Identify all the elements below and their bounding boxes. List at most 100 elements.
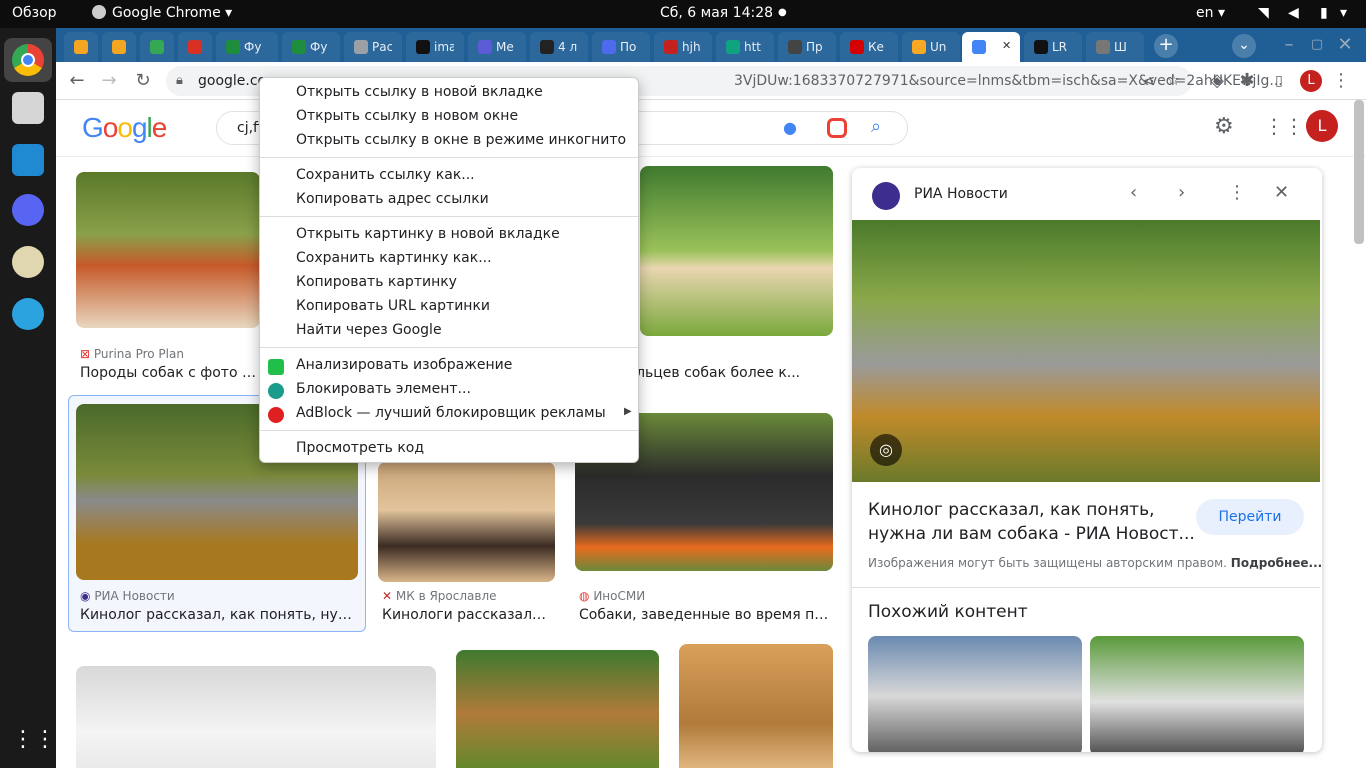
share-icon[interactable]: ⋖ [1142,71,1155,90]
tab-0[interactable] [64,32,98,62]
telegram-icon[interactable] [12,298,44,330]
vscode-icon[interactable] [12,144,44,176]
search-icon[interactable]: ⌕ [871,116,881,137]
more-link[interactable]: Подробнее... [1231,556,1322,570]
next-image-button[interactable]: › [1178,182,1185,203]
tab-11[interactable]: hjh [654,32,712,62]
result-source[interactable]: ◉ РИА Новости [80,589,175,603]
menu-save-image[interactable]: Сохранить картинку как... [296,250,492,266]
new-tab-button[interactable]: + [1154,34,1178,58]
tab-16[interactable]: ✕ [962,32,1020,62]
prev-image-button[interactable]: ‹ [1130,182,1137,203]
apps-grid-icon[interactable]: ⋮⋮ [1264,114,1304,138]
result-title[interactable]: Кинолог рассказал, как понять, нужна л..… [80,607,358,623]
dock-chrome[interactable] [4,38,52,82]
reload-button[interactable]: ↻ [132,70,154,92]
system-menu-icon[interactable]: ▾ [1340,5,1347,21]
settings-icon[interactable]: ⚙ [1214,114,1234,139]
result-image-samoyed[interactable] [76,666,436,768]
lens-icon[interactable] [827,118,847,138]
menu-copy-link[interactable]: Копировать адрес ссылки [296,191,489,207]
volume-icon[interactable]: ◀ [1288,5,1299,21]
tab-1[interactable] [102,32,136,62]
menu-block-element[interactable]: Блокировать элемент... [296,381,471,397]
back-button[interactable]: ← [66,70,88,92]
voice-search-icon[interactable]: ● [783,118,797,137]
google-logo[interactable]: Google [82,112,167,144]
close-tab-icon[interactable]: ✕ [1002,39,1011,52]
close-window-button[interactable]: ✕ [1334,34,1356,56]
phone-app-icon[interactable] [12,246,44,278]
tab-4[interactable]: Фу [216,32,278,62]
tab-5[interactable]: Фу [282,32,340,62]
menu-inspect[interactable]: Просмотреть код [296,440,424,456]
menu-adblock[interactable]: AdBlock — лучший блокировщик рекламы [296,405,606,421]
tab-8[interactable]: Me [468,32,526,62]
panel-title-line2[interactable]: нужна ли вам собака - РИА Новост... [868,524,1195,544]
result-source[interactable]: ⊠ Purina Pro Plan [80,347,184,361]
tab-9[interactable]: 4 л [530,32,588,62]
activities-button[interactable]: Обзор [12,5,57,21]
tab-13[interactable]: Пр [778,32,836,62]
lens-search-icon[interactable]: ◎ [870,434,902,466]
menu-open-image-new-tab[interactable]: Открыть картинку в новой вкладке [296,226,560,242]
result-title[interactable]: Кинологи рассказали, ч... [382,607,554,623]
forward-button[interactable]: → [98,70,120,92]
tab-2[interactable] [140,32,174,62]
clock[interactable]: Сб, 6 мая 14:28 [660,5,773,21]
preview-image[interactable] [852,220,1320,482]
files-icon[interactable] [12,92,44,124]
menu-search-google[interactable]: Найти через Google [296,322,442,338]
result-source[interactable]: ✕ МК в Ярославле [382,589,497,603]
keyboard-layout[interactable]: en ▾ [1196,5,1225,21]
tab-7[interactable]: ima [406,32,464,62]
tab-14[interactable]: Ке [840,32,898,62]
menu-open-link-new-tab[interactable]: Открыть ссылку в новой вкладке [296,84,543,100]
tab-15[interactable]: Un [902,32,960,62]
result-image-akita[interactable] [76,172,260,328]
related-image-1[interactable] [868,636,1082,752]
maximize-button[interactable]: ▢ [1306,34,1328,56]
minimize-button[interactable]: – [1278,34,1300,56]
result-source[interactable]: ◍ ИноСМИ [579,589,645,603]
close-panel-button[interactable]: ✕ [1274,182,1289,203]
chrome-menu-icon[interactable]: ⋮ [1330,70,1352,92]
adguard-extension-icon[interactable]: ◈ [1206,70,1228,92]
tab-10[interactable]: По [592,32,650,62]
battery-icon[interactable]: ▮ [1320,5,1328,21]
result-title[interactable]: Породы собак с фото и наз [80,365,260,381]
tab-3[interactable] [178,32,212,62]
extensions-icon[interactable]: ✱ [1236,70,1258,92]
tab-18[interactable]: Ш [1086,32,1144,62]
discord-icon[interactable] [12,194,44,226]
result-title[interactable]: Собаки, заведенные во время панд... [579,607,833,623]
result-image-pug[interactable] [378,462,555,582]
menu-copy-image[interactable]: Копировать картинку [296,274,457,290]
tab-search-button[interactable]: ⌄ [1232,34,1256,58]
menu-analyze-image[interactable]: Анализировать изображение [296,357,512,373]
wifi-icon[interactable]: ◥ [1258,5,1269,21]
tab-6[interactable]: Рас [344,32,402,62]
panel-source[interactable]: РИА Новости [914,186,1008,202]
panel-title-line1[interactable]: Кинолог рассказал, как понять, [868,500,1155,520]
more-options-icon[interactable]: ⋮ [1228,182,1246,203]
result-image-retriever[interactable] [456,650,659,768]
menu-copy-image-url[interactable]: Копировать URL картинки [296,298,490,314]
bookmark-star-icon[interactable]: ☆ [1166,70,1180,89]
page-scrollbar[interactable] [1354,100,1364,244]
side-panel-icon[interactable]: ▯ [1268,70,1290,92]
show-apps-icon[interactable]: ⋮⋮ [12,724,56,756]
menu-open-link-new-window[interactable]: Открыть ссылку в новом окне [296,108,518,124]
tab-17[interactable]: LR [1024,32,1082,62]
related-image-2[interactable] [1090,636,1304,752]
menu-save-link[interactable]: Сохранить ссылку как... [296,167,475,183]
profile-avatar[interactable]: L [1300,70,1322,92]
tab-12[interactable]: htt [716,32,774,62]
account-avatar[interactable]: L [1306,110,1338,142]
app-menu[interactable]: Google Chrome ▾ [92,5,232,21]
menu-open-link-incognito[interactable]: Открыть ссылку в окне в режиме инкогнито [296,132,626,148]
submenu-arrow-icon: ▶ [624,406,632,417]
result-image-golden[interactable] [679,644,833,768]
result-image-puppy[interactable] [640,166,833,336]
visit-button[interactable]: Перейти [1196,499,1304,535]
